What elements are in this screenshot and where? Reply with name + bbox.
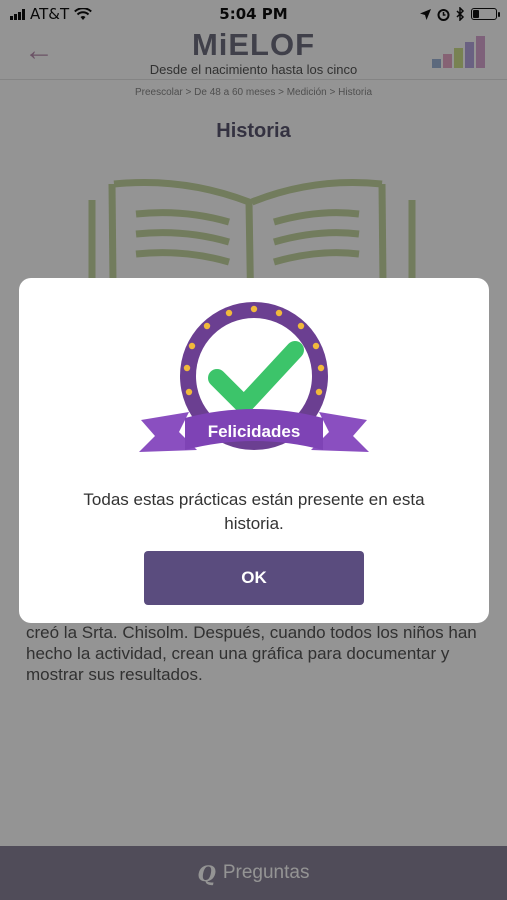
success-badge: Felicidades <box>139 302 369 452</box>
badge-label: Felicidades <box>208 422 301 441</box>
success-modal: Felicidades Todas estas prácticas están … <box>19 278 489 623</box>
ok-button[interactable]: OK <box>144 551 364 605</box>
modal-message: Todas estas prácticas están presente en … <box>83 490 425 533</box>
